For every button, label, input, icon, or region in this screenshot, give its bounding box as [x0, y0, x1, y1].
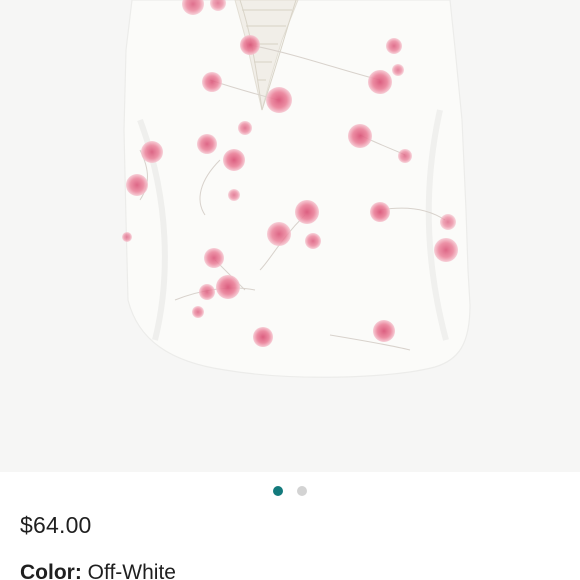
product-price: $64.00	[20, 512, 92, 538]
product-photo	[122, 0, 471, 378]
image-carousel-pager	[0, 486, 580, 496]
carousel-dot-2[interactable]	[297, 486, 307, 496]
carousel-dot-1[interactable]	[273, 486, 283, 496]
product-image[interactable]	[0, 0, 580, 472]
product-color: Color: Off-White	[20, 561, 176, 580]
color-value: Off-White	[87, 561, 176, 580]
product-screen: $64.00 Color: Off-White	[0, 0, 580, 580]
color-label: Color:	[20, 561, 82, 580]
